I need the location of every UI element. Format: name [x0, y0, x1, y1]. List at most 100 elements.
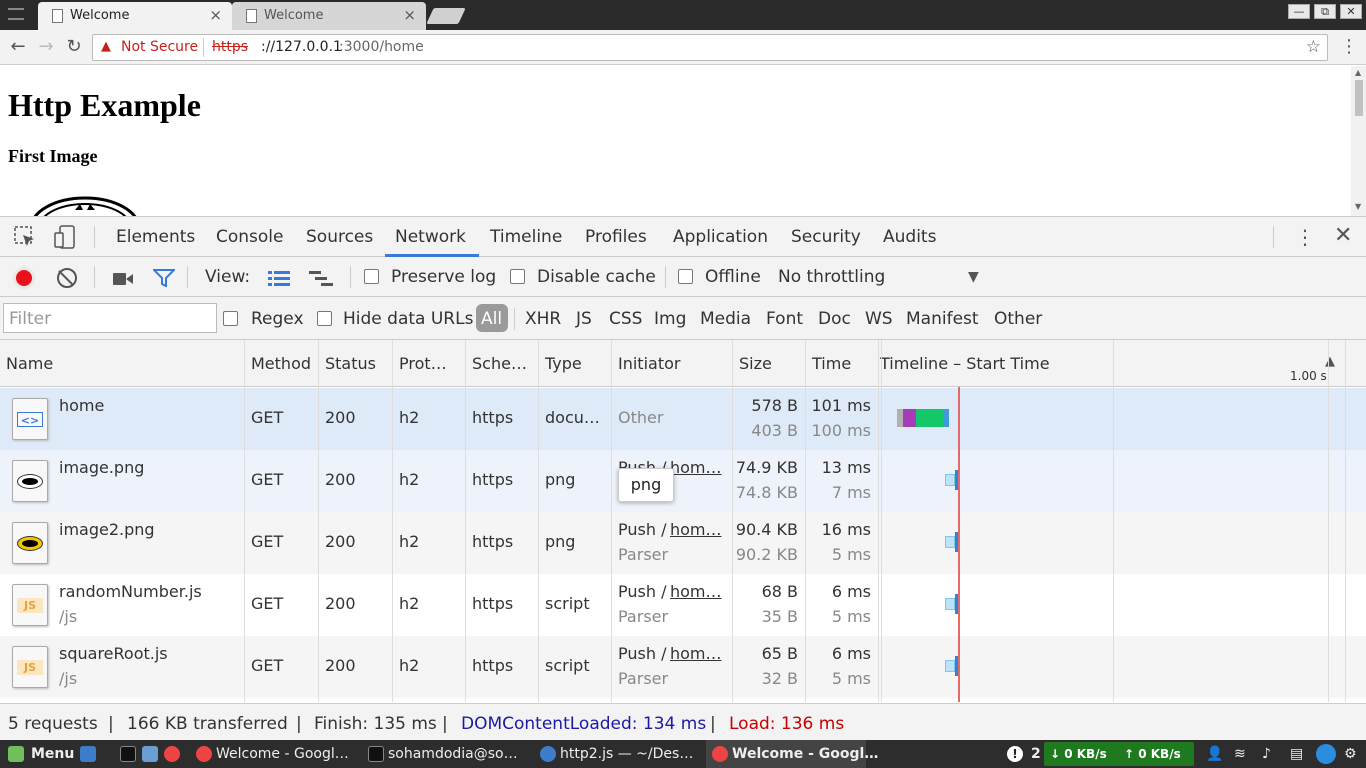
table-row[interactable]: <> home GET 200 h2 https docu… Other 578 B 403 B 1…: [0, 388, 1366, 450]
request-name[interactable]: image.png: [59, 458, 144, 477]
request-name[interactable]: home: [59, 396, 104, 415]
initiator-link[interactable]: hom…: [670, 520, 722, 539]
window-menu-icon[interactable]: [8, 8, 24, 20]
security-label[interactable]: Not Secure: [121, 39, 198, 55]
column-method[interactable]: Method: [251, 354, 311, 373]
regex-checkbox[interactable]: [223, 311, 238, 326]
taskbar-window-chrome[interactable]: Welcome - Googl…: [216, 740, 349, 768]
waterfall-bar[interactable]: [944, 409, 949, 427]
column-scheme[interactable]: Sche…: [472, 354, 527, 373]
column-protocol[interactable]: Prot…: [399, 354, 447, 373]
browser-tab-active[interactable]: Welcome ×: [38, 2, 232, 30]
filter-other[interactable]: Other: [994, 309, 1042, 329]
column-size[interactable]: Size: [739, 354, 772, 373]
filter-ws[interactable]: WS: [865, 309, 893, 329]
new-tab-button[interactable]: [426, 8, 466, 24]
tab-elements[interactable]: Elements: [116, 227, 195, 247]
filter-icon[interactable]: [151, 269, 177, 288]
volume-icon[interactable]: ♪: [1262, 740, 1271, 768]
filter-xhr[interactable]: XHR: [525, 309, 561, 329]
devtools-menu-icon[interactable]: ⋮: [1295, 225, 1315, 249]
terminal-icon[interactable]: [120, 746, 136, 762]
mint-menu-icon[interactable]: [8, 746, 24, 762]
filter-font[interactable]: Font: [766, 309, 803, 329]
disable-cache-checkbox[interactable]: [510, 269, 525, 284]
sort-ascending-icon[interactable]: ▲: [1325, 354, 1335, 369]
large-rows-icon[interactable]: [268, 269, 290, 287]
filter-js[interactable]: JS: [576, 309, 592, 329]
power-icon[interactable]: ⚙: [1344, 740, 1357, 768]
tab-console[interactable]: Console: [216, 227, 284, 247]
device-toolbar-icon[interactable]: [54, 225, 76, 249]
chrome-icon[interactable]: [164, 746, 180, 762]
table-row[interactable]: JS squareRoot.js/js GET 200 h2 https script Pus…: [0, 636, 1366, 698]
waterfall-bar[interactable]: [945, 536, 955, 548]
tab-security[interactable]: Security: [791, 227, 861, 247]
clear-icon[interactable]: [57, 268, 77, 288]
tab-timeline[interactable]: Timeline: [490, 227, 562, 247]
initiator-link[interactable]: hom…: [670, 644, 722, 663]
hide-data-urls-checkbox[interactable]: [317, 311, 332, 326]
waterfall-bar[interactable]: [945, 598, 955, 610]
waterfall-bar[interactable]: [903, 409, 916, 427]
table-row[interactable]: image.pngGET200h2httpspngPush / hom…74.9…: [0, 450, 1366, 512]
address-bar[interactable]: ▲ Not Secure https ://127.0.0.1 :3000/ho…: [92, 34, 1328, 61]
tab-audits[interactable]: Audits: [883, 227, 936, 247]
filter-manifest[interactable]: Manifest: [906, 309, 979, 329]
files-icon[interactable]: [142, 746, 158, 762]
filter-all-button[interactable]: All: [476, 304, 508, 332]
tab-network[interactable]: Network: [395, 227, 466, 247]
bookmark-star-icon[interactable]: ☆: [1306, 37, 1321, 57]
column-timeline[interactable]: Timeline – Start Time: [880, 354, 1050, 373]
table-row[interactable]: image2.png GET 200 h2 https png Push / hom… Par…: [0, 512, 1366, 574]
filter-media[interactable]: Media: [700, 309, 751, 329]
forward-icon[interactable]: →: [34, 35, 58, 59]
browser-menu-icon[interactable]: ⋮: [1340, 36, 1358, 57]
tab-sources[interactable]: Sources: [306, 227, 373, 247]
filter-input[interactable]: Filter: [3, 303, 217, 333]
user-icon[interactable]: 👤: [1206, 740, 1223, 768]
table-row[interactable]: JS randomNumber.js/js GET 200 h2 https script P…: [0, 574, 1366, 636]
minimize-button[interactable]: —: [1288, 4, 1310, 19]
capture-screenshots-icon[interactable]: [113, 271, 133, 285]
filter-css[interactable]: CSS: [609, 309, 642, 329]
waterfall-bar[interactable]: [916, 409, 944, 427]
update-manager-icon[interactable]: [1316, 744, 1336, 764]
offline-checkbox[interactable]: [678, 269, 693, 284]
taskbar-window-terminal[interactable]: sohamdodia@so…: [388, 740, 518, 768]
request-name[interactable]: squareRoot.js: [59, 644, 168, 663]
page-scrollbar[interactable]: ▲ ▼: [1351, 66, 1366, 216]
close-tab-icon[interactable]: ×: [209, 6, 222, 24]
filter-img[interactable]: Img: [654, 309, 686, 329]
initiator-link[interactable]: hom…: [670, 582, 722, 601]
column-status[interactable]: Status: [325, 354, 376, 373]
close-window-button[interactable]: ✕: [1340, 4, 1362, 19]
tab-application[interactable]: Application: [673, 227, 768, 247]
show-desktop-icon[interactable]: [80, 746, 96, 762]
notification-icon[interactable]: !: [1007, 746, 1023, 762]
close-tab-icon[interactable]: ×: [403, 6, 416, 24]
menu-button[interactable]: Menu: [31, 740, 74, 768]
request-name[interactable]: randomNumber.js: [59, 582, 202, 601]
clipboard-icon[interactable]: ▤: [1290, 740, 1303, 768]
preserve-log-checkbox[interactable]: [364, 269, 379, 284]
filter-doc[interactable]: Doc: [818, 309, 851, 329]
inspect-element-icon[interactable]: [14, 226, 36, 248]
close-devtools-icon[interactable]: ✕: [1334, 223, 1352, 248]
overview-icon[interactable]: [309, 269, 333, 287]
column-name[interactable]: Name: [6, 354, 53, 373]
record-button[interactable]: [13, 267, 35, 289]
column-type[interactable]: Type: [545, 354, 582, 373]
throttling-select[interactable]: No throttling: [778, 267, 885, 287]
taskbar-window-chrome-active[interactable]: Welcome - Googl…: [732, 740, 878, 768]
taskbar-window-editor[interactable]: http2.js — ~/Des…: [560, 740, 693, 768]
browser-tab-inactive[interactable]: Welcome ×: [232, 2, 426, 30]
back-icon[interactable]: ←: [6, 35, 30, 59]
maximize-button[interactable]: ⧉: [1314, 4, 1336, 19]
request-name[interactable]: image2.png: [59, 520, 155, 539]
column-initiator[interactable]: Initiator: [618, 354, 680, 373]
chevron-down-icon[interactable]: ▼: [968, 269, 979, 285]
reload-icon[interactable]: ↻: [62, 35, 86, 59]
tab-profiles[interactable]: Profiles: [585, 227, 647, 247]
waterfall-bar[interactable]: [945, 474, 955, 486]
